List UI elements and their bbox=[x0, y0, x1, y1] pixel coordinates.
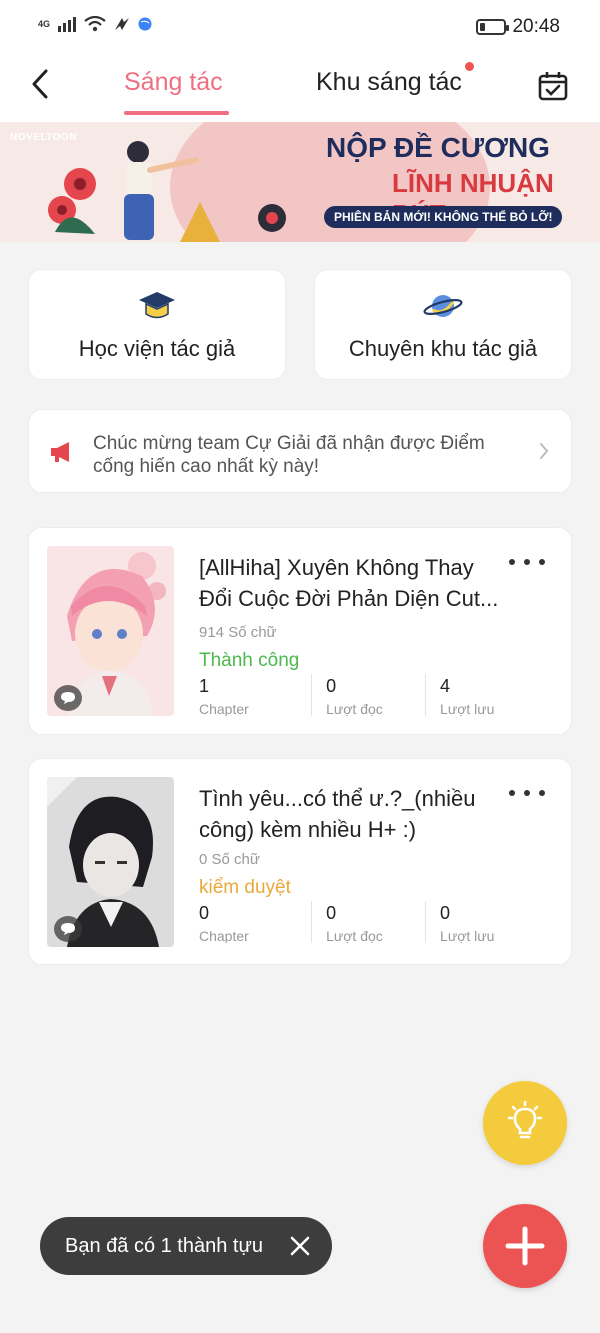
stat-label: Chapter bbox=[199, 701, 249, 716]
stat-label: Lượt đọc bbox=[326, 701, 383, 716]
chevron-left-icon bbox=[32, 69, 48, 99]
dot-icon bbox=[509, 790, 515, 796]
stat-label: Lượt lưu bbox=[440, 701, 495, 716]
word-count: 914 Số chữ bbox=[199, 624, 277, 641]
dot-icon bbox=[539, 790, 545, 796]
network-type: 4G bbox=[38, 19, 51, 29]
more-options-button[interactable] bbox=[509, 552, 545, 572]
book-title: [AllHiha] Xuyên Không Thay Đổi Cuộc Đời … bbox=[199, 555, 499, 611]
lightbulb-icon bbox=[507, 1101, 543, 1139]
more-options-button[interactable] bbox=[509, 783, 545, 803]
stat-value: 0 bbox=[440, 903, 451, 923]
back-button[interactable] bbox=[20, 64, 60, 104]
book-card[interactable]: [AllHiha] Xuyên Không Thay Đổi Cuộc Đời … bbox=[28, 527, 572, 735]
promo-banner[interactable]: NOVELTOON NỘP ĐỀ CƯƠNG LĨNH NHUẬN BÚT PH… bbox=[0, 122, 600, 242]
author-zone-card[interactable]: Chuyên khu tác giả bbox=[314, 269, 572, 380]
calendar-check-icon bbox=[538, 72, 568, 101]
word-count: 0 Số chữ bbox=[199, 851, 260, 868]
banner-pill: PHIÊN BẢN MỚI! KHÔNG THỂ BỎ LỠ! bbox=[324, 206, 563, 228]
data-saver-icon bbox=[115, 18, 130, 30]
dot-icon bbox=[524, 790, 530, 796]
stat-value: 0 bbox=[199, 903, 210, 923]
author-academy-card[interactable]: Học viện tác giả bbox=[28, 269, 286, 380]
book-stats: 0 Chapter 0 Lượt đọc 0 Lượt lưu bbox=[199, 901, 539, 943]
tab-sang-tac[interactable]: Sáng tác bbox=[124, 68, 223, 97]
stat-label: Lượt đọc bbox=[326, 928, 383, 943]
stat-reads: 0 Lượt đọc bbox=[311, 674, 425, 716]
chevron-right-icon bbox=[540, 443, 549, 459]
signal-icon bbox=[58, 17, 77, 32]
book-stats: 1 Chapter 0 Lượt đọc 4 Lượt lưu bbox=[199, 674, 539, 716]
calendar-button[interactable] bbox=[534, 67, 572, 105]
book-status: Thành công bbox=[199, 650, 300, 671]
announcement-bar[interactable]: Chúc mừng team Cự Giải đã nhận được Điểm… bbox=[28, 409, 572, 493]
add-story-button[interactable] bbox=[483, 1204, 567, 1288]
planet-icon bbox=[423, 295, 463, 317]
stat-label: Chapter bbox=[199, 928, 249, 943]
idea-button[interactable] bbox=[483, 1081, 567, 1165]
comment-bubble-icon bbox=[54, 685, 82, 711]
close-icon[interactable] bbox=[288, 1234, 312, 1258]
banner-title: NỘP ĐỀ CƯƠNG bbox=[326, 132, 550, 163]
tab-khu-sang-tac[interactable]: Khu sáng tác bbox=[316, 68, 462, 97]
book-card[interactable]: Tình yêu...có thể ư.?_(nhiều công) kèm n… bbox=[28, 758, 572, 965]
tab-active-indicator bbox=[124, 111, 229, 115]
stat-chapter: 1 Chapter bbox=[199, 674, 311, 716]
status-icons-right: 20:48 bbox=[476, 16, 560, 38]
book-status: kiểm duyệt bbox=[199, 877, 291, 898]
status-icons-left: 4G bbox=[38, 16, 152, 32]
announcement-text: Chúc mừng team Cự Giải đã nhận được Điểm… bbox=[93, 433, 485, 477]
clock: 20:48 bbox=[512, 16, 560, 37]
stat-reads: 0 Lượt đọc bbox=[311, 901, 425, 943]
book-cover[interactable] bbox=[47, 546, 174, 716]
toast-text: Bạn đã có 1 thành tựu bbox=[65, 1234, 263, 1257]
author-zone-label: Chuyên khu tác giả bbox=[348, 336, 538, 361]
author-academy-label: Học viện tác giả bbox=[78, 336, 236, 361]
book-title: Tình yêu...có thể ư.?_(nhiều công) kèm n… bbox=[199, 786, 476, 842]
stat-value: 0 bbox=[326, 903, 337, 923]
battery-icon bbox=[476, 19, 510, 35]
banner-illustration bbox=[48, 141, 286, 242]
globe-icon bbox=[138, 17, 152, 31]
comment-bubble-icon bbox=[54, 916, 82, 942]
graduation-cap-icon bbox=[139, 292, 175, 319]
dot-icon bbox=[524, 559, 530, 565]
wifi-icon bbox=[84, 16, 106, 32]
stat-value: 0 bbox=[326, 676, 337, 696]
megaphone-icon bbox=[51, 442, 69, 462]
status-bar: 4G 20:48 bbox=[0, 0, 600, 58]
plus-icon bbox=[505, 1226, 545, 1266]
top-nav: Sáng tác Khu sáng tác bbox=[0, 58, 600, 122]
dot-icon bbox=[539, 559, 545, 565]
notification-dot bbox=[465, 62, 474, 71]
stat-value: 1 bbox=[199, 676, 210, 696]
achievement-toast: Bạn đã có 1 thành tựu bbox=[40, 1217, 332, 1275]
stat-value: 4 bbox=[440, 676, 451, 696]
stat-saves: 4 Lượt lưu bbox=[425, 674, 539, 716]
stat-saves: 0 Lượt lưu bbox=[425, 901, 539, 943]
stat-label: Lượt lưu bbox=[440, 928, 495, 943]
dot-icon bbox=[509, 559, 515, 565]
book-cover[interactable] bbox=[47, 777, 174, 947]
stat-chapter: 0 Chapter bbox=[199, 901, 311, 943]
